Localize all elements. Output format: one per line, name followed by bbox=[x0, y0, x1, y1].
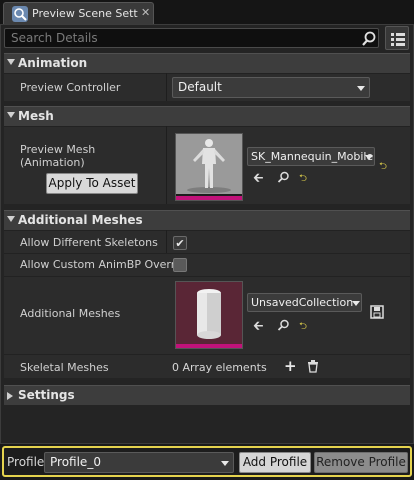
browse-icon[interactable] bbox=[277, 319, 290, 335]
category-animation[interactable]: Animation bbox=[4, 53, 410, 73]
dropdown-value: UnsavedCollection bbox=[251, 296, 354, 309]
collection-thumbnail[interactable] bbox=[175, 281, 243, 349]
mannequin-thumbnail-image bbox=[176, 134, 242, 194]
back-arrow-icon[interactable]: 🡰 bbox=[253, 317, 264, 339]
additional-meshes-label: Additional Meshes bbox=[20, 307, 121, 320]
search-input[interactable]: Search Details bbox=[4, 28, 379, 48]
delete-icon[interactable] bbox=[307, 360, 319, 376]
skeletal-meshes-label: Skeletal Meshes bbox=[20, 361, 109, 374]
back-arrow-icon[interactable]: 🡰 bbox=[253, 169, 264, 191]
collection-thumbnail-image bbox=[176, 282, 242, 342]
allow-different-skeletons-checkbox[interactable]: ✔ bbox=[173, 236, 187, 250]
expand-arrow-icon bbox=[7, 112, 15, 118]
expand-arrow-icon bbox=[7, 216, 15, 222]
add-icon[interactable]: + bbox=[284, 359, 297, 374]
chevron-down-icon bbox=[221, 461, 229, 466]
category-label: Animation bbox=[18, 56, 88, 70]
thumbnail-color-bar bbox=[176, 196, 242, 200]
preview-mesh-sublabel: (Animation) bbox=[20, 156, 85, 169]
allow-different-skeletons-label: Allow Different Skeletons bbox=[20, 236, 158, 249]
mesh-asset-dropdown[interactable]: SK_Mannequin_Mobile bbox=[247, 147, 375, 166]
category-label: Mesh bbox=[18, 109, 54, 123]
collection-dropdown[interactable]: UnsavedCollection bbox=[247, 293, 362, 312]
view-options-icon bbox=[391, 33, 405, 46]
dropdown-value: Profile_0 bbox=[50, 455, 101, 469]
chevron-down-icon bbox=[365, 155, 373, 160]
details-tab-icon bbox=[12, 6, 28, 22]
dropdown-value: Default bbox=[178, 80, 222, 94]
thumbnail-color-bar bbox=[176, 344, 242, 348]
dropdown-value: SK_Mannequin_Mobile bbox=[251, 150, 374, 163]
save-icon[interactable] bbox=[370, 305, 384, 322]
tab-title: Preview Scene Sett bbox=[32, 7, 138, 20]
profile-label: Profile bbox=[7, 455, 45, 469]
chevron-down-icon bbox=[352, 301, 360, 306]
close-icon[interactable]: ✕ bbox=[141, 6, 150, 19]
apply-to-asset-button[interactable]: Apply To Asset bbox=[46, 173, 138, 194]
chevron-down-icon bbox=[357, 86, 365, 91]
expand-arrow-icon bbox=[7, 59, 15, 65]
reset-icon[interactable]: ⮌ bbox=[299, 319, 307, 336]
reset-icon[interactable]: ⮌ bbox=[299, 171, 307, 188]
category-settings[interactable]: Settings bbox=[4, 385, 410, 405]
mesh-thumbnail[interactable] bbox=[175, 133, 243, 201]
collapse-arrow-icon bbox=[7, 392, 13, 400]
allow-custom-animbp-label: Allow Custom AnimBP Overri bbox=[20, 258, 179, 271]
preview-mesh-label: Preview Mesh bbox=[20, 143, 96, 156]
browse-icon[interactable] bbox=[277, 171, 290, 187]
preview-controller-label: Preview Controller bbox=[20, 81, 121, 94]
category-additional-meshes[interactable]: Additional Meshes bbox=[4, 210, 410, 230]
preview-controller-dropdown[interactable]: Default bbox=[172, 77, 370, 98]
tab-preview-scene-settings[interactable]: Preview Scene Sett ✕ bbox=[3, 2, 154, 24]
reset-icon[interactable]: ⮌ bbox=[379, 159, 387, 176]
allow-custom-animbp-checkbox[interactable] bbox=[173, 258, 187, 272]
column-divider[interactable] bbox=[166, 73, 167, 101]
column-divider[interactable] bbox=[166, 126, 167, 204]
category-label: Settings bbox=[18, 388, 75, 402]
remove-profile-button[interactable]: Remove Profile bbox=[314, 452, 408, 473]
array-count: 0 Array elements bbox=[172, 361, 267, 374]
add-profile-button[interactable]: Add Profile bbox=[239, 452, 311, 473]
search-icon[interactable] bbox=[361, 31, 377, 50]
category-label: Additional Meshes bbox=[18, 213, 143, 227]
profile-dropdown[interactable]: Profile_0 bbox=[44, 452, 234, 473]
search-placeholder: Search Details bbox=[11, 31, 98, 45]
category-mesh[interactable]: Mesh bbox=[4, 106, 410, 126]
view-options-button[interactable] bbox=[385, 26, 409, 50]
